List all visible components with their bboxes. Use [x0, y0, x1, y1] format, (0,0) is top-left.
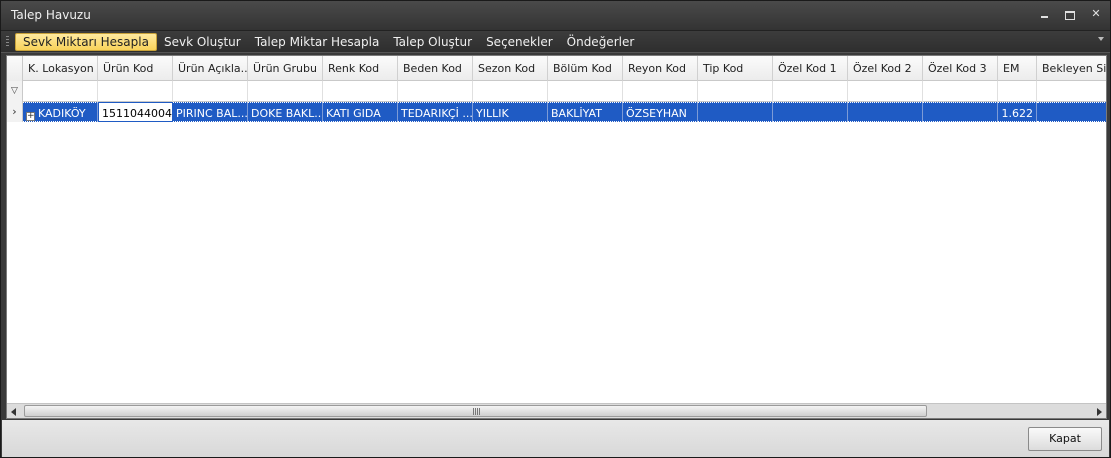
window-title: Talep Havuzu [11, 8, 91, 22]
filter-cell[interactable] [473, 81, 548, 102]
grid-header: K. Lokasyon Ürün Kod Ürün Açıkla... Ürün… [7, 56, 1106, 81]
grid-cell-focused[interactable]: 1511044004 [98, 102, 173, 122]
filter-cell[interactable] [923, 81, 998, 102]
table-row[interactable]: › + KADIKÖY 1511044004 PIRINC BAL... DOKE… [7, 102, 1106, 122]
grip-icon [473, 408, 480, 415]
column-header[interactable]: Bekleyen Sipa [1037, 56, 1106, 81]
filter-cell[interactable] [998, 81, 1037, 102]
filter-cell[interactable] [173, 81, 248, 102]
column-header[interactable]: Bölüm Kod [548, 56, 623, 81]
column-header[interactable]: Ürün Açıkla... [173, 56, 248, 81]
column-header[interactable]: Reyon Kod [623, 56, 698, 81]
column-header[interactable]: Renk Kod [323, 56, 398, 81]
column-header[interactable]: Özel Kod 1 [773, 56, 848, 81]
grid-cell[interactable]: DOKE BAKL... [248, 102, 323, 122]
filter-cell[interactable] [98, 81, 173, 102]
column-header[interactable]: Ürün Grubu [248, 56, 323, 81]
grid-cell[interactable]: ÖZSEYHAN [623, 102, 698, 122]
auto-filter-row: ▽ [7, 81, 1106, 102]
toolbar-grip-icon[interactable] [6, 36, 9, 48]
grid-cell[interactable]: YILLIK [473, 102, 548, 122]
grid-cell[interactable] [1037, 102, 1106, 122]
cell-text: KADIKÖY [38, 107, 86, 120]
filter-cell[interactable] [548, 81, 623, 102]
menu-ondegerler[interactable]: Öndeğerler [560, 33, 642, 51]
filter-cell[interactable] [23, 81, 98, 102]
minimize-icon[interactable] [1038, 8, 1050, 20]
row-indicator-arrow-icon: › [7, 102, 23, 122]
close-icon[interactable]: ✕ [1090, 8, 1102, 20]
column-header[interactable]: Özel Kod 2 [848, 56, 923, 81]
data-grid: K. Lokasyon Ürün Kod Ürün Açıkla... Ürün… [6, 55, 1107, 419]
menu-talep-miktar-hesapla[interactable]: Talep Miktar Hesapla [248, 33, 387, 51]
grid-cell[interactable] [698, 102, 773, 122]
bottom-panel: Kapat [2, 420, 1109, 457]
filter-icon: ▽ [7, 81, 23, 102]
column-header[interactable]: Tip Kod [698, 56, 773, 81]
maximize-icon[interactable] [1064, 8, 1076, 20]
title-bar: Talep Havuzu ✕ [1, 1, 1110, 30]
grid-cell[interactable]: 1.622 [998, 102, 1037, 122]
filter-cell[interactable] [398, 81, 473, 102]
grid-cell[interactable] [848, 102, 923, 122]
filter-cell[interactable] [1037, 81, 1106, 102]
column-header[interactable]: Ürün Kod [98, 56, 173, 81]
window: Talep Havuzu ✕ Sevk Miktarı Hesapla Sevk… [0, 0, 1111, 458]
scrollbar-thumb[interactable] [24, 405, 927, 417]
close-button[interactable]: Kapat [1028, 427, 1102, 451]
menu-secenekler[interactable]: Seçenekler [479, 33, 560, 51]
column-header[interactable]: K. Lokasyon [23, 56, 98, 81]
column-header[interactable]: EM [998, 56, 1037, 81]
menu-overflow-icon[interactable] [1098, 37, 1104, 41]
grid-cell[interactable]: TEDARIKÇİ ... [398, 102, 473, 122]
filter-cell[interactable] [248, 81, 323, 102]
menu-bar: Sevk Miktarı Hesapla Sevk Oluştur Talep … [1, 30, 1110, 53]
expand-icon[interactable]: + [26, 112, 35, 121]
menu-sevk-miktari-hesapla[interactable]: Sevk Miktarı Hesapla [15, 33, 157, 51]
filter-cell[interactable] [623, 81, 698, 102]
filter-cell[interactable] [323, 81, 398, 102]
filter-cell[interactable] [773, 81, 848, 102]
column-header[interactable]: Sezon Kod [473, 56, 548, 81]
grid-cell[interactable] [923, 102, 998, 122]
grid-cell[interactable]: + KADIKÖY [23, 102, 98, 122]
header-indicator [7, 56, 23, 81]
menu-sevk-olustur[interactable]: Sevk Oluştur [157, 33, 248, 51]
window-controls: ✕ [1038, 8, 1102, 20]
column-header[interactable]: Özel Kod 3 [923, 56, 998, 81]
grid-cell[interactable] [773, 102, 848, 122]
grid-cell[interactable]: BAKLİYAT [548, 102, 623, 122]
filter-cell[interactable] [698, 81, 773, 102]
menu-talep-olustur[interactable]: Talep Oluştur [386, 33, 479, 51]
grid-cell[interactable]: PIRINC BAL... [173, 102, 248, 122]
column-header[interactable]: Beden Kod [398, 56, 473, 81]
scroll-right-icon[interactable] [1097, 408, 1102, 416]
scroll-left-icon[interactable] [11, 408, 16, 416]
horizontal-scrollbar[interactable] [7, 403, 1106, 418]
grid-cell[interactable]: KATI GIDA [323, 102, 398, 122]
filter-cell[interactable] [848, 81, 923, 102]
